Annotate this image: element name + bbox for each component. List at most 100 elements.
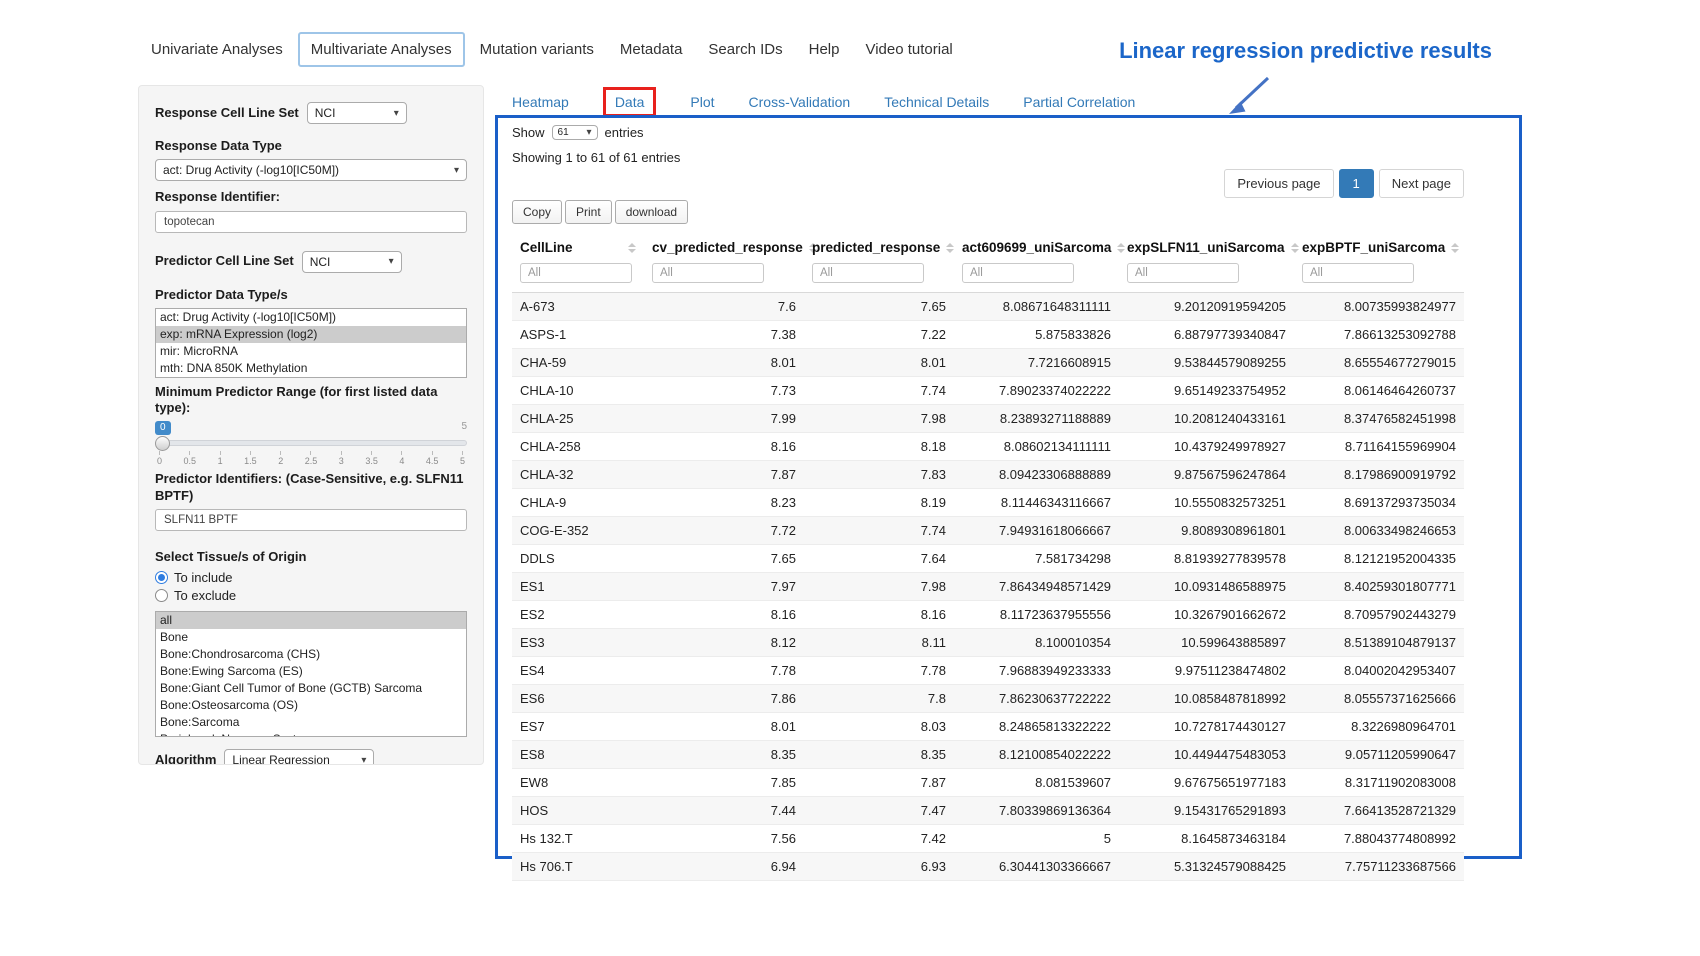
download-button[interactable]: download <box>615 200 688 224</box>
tab-cross-validation[interactable]: Cross-Validation <box>749 94 851 110</box>
select-value: Linear Regression <box>232 753 329 765</box>
slider-ticks: 00.511.522.533.544.55 <box>157 451 465 466</box>
radio-to-exclude[interactable]: To exclude <box>155 588 467 603</box>
value-cell: 8.12 <box>644 629 804 657</box>
nav-item-video-tutorial[interactable]: Video tutorial <box>854 34 963 65</box>
predictor-data-type-list: act: Drug Activity (-log10[IC50M])exp: m… <box>155 308 467 378</box>
value-cell: 7.83 <box>804 461 954 489</box>
table-row: ES38.128.118.10001035410.5996438858978.5… <box>512 629 1464 657</box>
tissue-option-all[interactable]: all <box>156 612 466 629</box>
sidebar: Response Cell Line Set NCI ▾ Response Da… <box>138 85 484 765</box>
sort-up-icon <box>1291 243 1299 247</box>
tissue-option-peripheral-nervous-system[interactable]: Peripheral_Nervous_System <box>156 731 466 737</box>
column-filter-cellline[interactable] <box>520 263 632 283</box>
value-cell: 7.87 <box>804 769 954 797</box>
tissue-option-bone[interactable]: Bone <box>156 629 466 646</box>
slider-tick: 4.5 <box>426 451 439 466</box>
column-header-predicted-response[interactable]: predicted_response <box>804 232 954 261</box>
entries-count-select[interactable]: 61 ▾ <box>552 125 598 140</box>
value-cell: 8.03 <box>804 713 954 741</box>
column-header-cv-predicted-response[interactable]: cv_predicted_response <box>644 232 804 261</box>
filter-cell <box>512 261 644 293</box>
tissue-option-bone-chondrosarcoma-chs[interactable]: Bone:Chondrosarcoma (CHS) <box>156 646 466 663</box>
filter-cell <box>1119 261 1294 293</box>
value-cell: 7.65 <box>804 293 954 321</box>
cell-line-cell: CHLA-32 <box>512 461 644 489</box>
value-cell: 8.35 <box>804 741 954 769</box>
response-identifier-input[interactable] <box>155 211 467 233</box>
response-data-type-label: Response Data Type <box>155 138 467 154</box>
tissue-option-bone-sarcoma[interactable]: Bone:Sarcoma <box>156 714 466 731</box>
column-filter-cv-predicted-response[interactable] <box>652 263 764 283</box>
nav-item-mutation-variants[interactable]: Mutation variants <box>469 34 605 65</box>
value-cell: 8.16 <box>804 601 954 629</box>
data-type-option-act-drug-activity-log10-ic50m[interactable]: act: Drug Activity (-log10[IC50M]) <box>156 309 466 326</box>
main-tabs: Heatmap Data Plot Cross-Validation Technical… <box>512 88 1135 116</box>
response-data-type-select[interactable]: act: Drug Activity (-log10[IC50M]) ▾ <box>155 159 467 181</box>
value-cell: 10.0931486588975 <box>1119 573 1294 601</box>
previous-page-button[interactable]: Previous page <box>1224 169 1333 198</box>
table-row: CHLA-2588.168.188.0860213411111110.43792… <box>512 433 1464 461</box>
tab-partial-correlation[interactable]: Partial Correlation <box>1023 94 1135 110</box>
tissue-option-bone-giant-cell-tumor-of-bone-gctb-sarcoma[interactable]: Bone:Giant Cell Tumor of Bone (GCTB) Sar… <box>156 680 466 697</box>
nav-item-search-ids[interactable]: Search IDs <box>697 34 793 65</box>
value-cell: 9.87567596247864 <box>1119 461 1294 489</box>
column-header-expslfn11-unisarcoma[interactable]: expSLFN11_uniSarcoma <box>1119 232 1294 261</box>
select-value: 61 <box>558 127 569 138</box>
nav-item-help[interactable]: Help <box>798 34 851 65</box>
value-cell: 9.97511238474802 <box>1119 657 1294 685</box>
slider-handle[interactable] <box>155 436 170 451</box>
value-cell: 7.56 <box>644 825 804 853</box>
predictor-cell-line-set-select[interactable]: NCI ▾ <box>302 251 402 273</box>
column-filter-predicted-response[interactable] <box>812 263 924 283</box>
slider-track[interactable] <box>155 440 467 446</box>
column-filter-act609699-unisarcoma[interactable] <box>962 263 1074 283</box>
next-page-button[interactable]: Next page <box>1379 169 1464 198</box>
algorithm-select[interactable]: Linear Regression ▾ <box>224 749 374 765</box>
print-button[interactable]: Print <box>565 200 612 224</box>
response-cell-line-set-label: Response Cell Line Set <box>155 105 299 121</box>
radio-to-include[interactable]: To include <box>155 570 467 585</box>
data-type-option-exp-mrna-expression-log2[interactable]: exp: mRNA Expression (log2) <box>156 326 466 343</box>
tab-data[interactable]: Data <box>603 87 657 117</box>
nav-item-univariate-analyses[interactable]: Univariate Analyses <box>140 34 294 65</box>
predictor-cell-line-set-field: Predictor Cell Line Set NCI ▾ <box>155 251 467 273</box>
table-row: ES67.867.87.8623063772222210.08584878189… <box>512 685 1464 713</box>
tab-technical-details[interactable]: Technical Details <box>884 94 989 110</box>
cell-line-cell: COG-E-352 <box>512 517 644 545</box>
nav-item-metadata[interactable]: Metadata <box>609 34 694 65</box>
cell-line-cell: ES3 <box>512 629 644 657</box>
value-cell: 9.15431765291893 <box>1119 797 1294 825</box>
tab-plot[interactable]: Plot <box>690 94 714 110</box>
column-header-act609699-unisarcoma[interactable]: act609699_uniSarcoma <box>954 232 1119 261</box>
column-filter-expbptf-unisarcoma[interactable] <box>1302 263 1414 283</box>
value-cell: 8.11446343116667 <box>954 489 1119 517</box>
value-cell: 8.00735993824977 <box>1294 293 1464 321</box>
value-cell: 10.4494475483053 <box>1119 741 1294 769</box>
nav-item-multivariate-analyses[interactable]: Multivariate Analyses <box>298 32 465 67</box>
column-header-cellline[interactable]: CellLine <box>512 232 644 261</box>
tab-heatmap[interactable]: Heatmap <box>512 94 569 110</box>
column-header-expbptf-unisarcoma[interactable]: expBPTF_uniSarcoma <box>1294 232 1464 261</box>
tissue-option-bone-osteosarcoma-os[interactable]: Bone:Osteosarcoma (OS) <box>156 697 466 714</box>
value-cell: 7.22 <box>804 321 954 349</box>
cell-line-cell: Hs 132.T <box>512 825 644 853</box>
page-number-button[interactable]: 1 <box>1339 169 1374 198</box>
table-row: DDLS7.657.647.5817342988.819392778395788… <box>512 545 1464 573</box>
data-type-option-mir-microrna[interactable]: mir: MicroRNA <box>156 343 466 360</box>
annotation-title: Linear regression predictive results <box>1119 38 1492 64</box>
predictor-identifiers-input[interactable] <box>155 509 467 531</box>
header-row: CellLinecv_predicted_responsepredicted_r… <box>512 232 1464 261</box>
cell-line-cell: ASPS-1 <box>512 321 644 349</box>
copy-button[interactable]: Copy <box>512 200 562 224</box>
value-cell: 10.5550832573251 <box>1119 489 1294 517</box>
tissue-option-bone-ewing-sarcoma-es[interactable]: Bone:Ewing Sarcoma (ES) <box>156 663 466 680</box>
value-cell: 6.88797739340847 <box>1119 321 1294 349</box>
min-predictor-range-label: Minimum Predictor Range (for first liste… <box>155 384 467 417</box>
response-cell-line-set-select[interactable]: NCI ▾ <box>307 102 407 124</box>
data-type-option-mth-dna-850k-methylation[interactable]: mth: DNA 850K Methylation <box>156 360 466 377</box>
results-content: Show 61 ▾ entries Showing 1 to 61 of 61 … <box>512 125 1464 881</box>
value-cell: 8.19 <box>804 489 954 517</box>
column-filter-expslfn11-unisarcoma[interactable] <box>1127 263 1239 283</box>
cell-line-cell: EW8 <box>512 769 644 797</box>
